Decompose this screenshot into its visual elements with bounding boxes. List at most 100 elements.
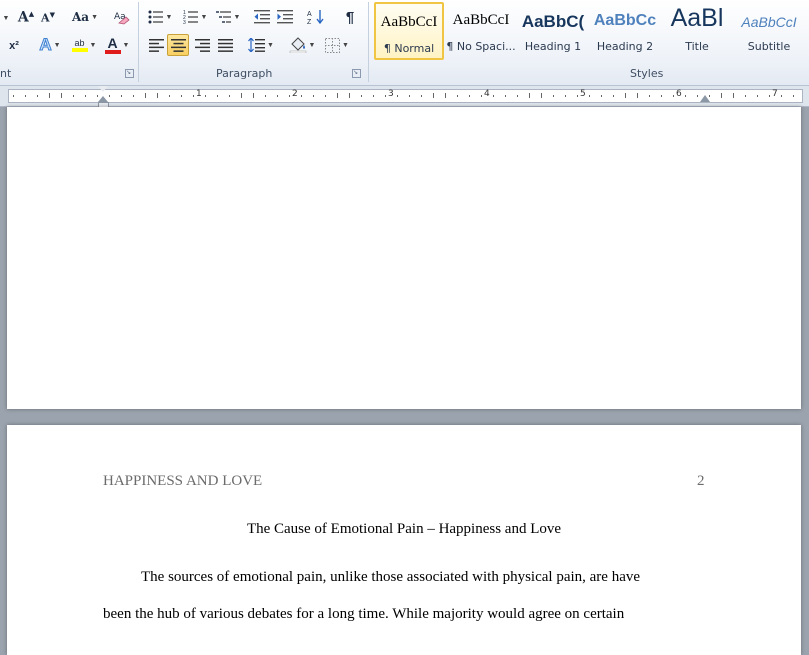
- ruler-number: 2: [292, 89, 298, 99]
- superscript-button[interactable]: x²: [4, 36, 24, 56]
- ruler-tick-dot: [109, 95, 110, 97]
- group-separator: [138, 2, 139, 82]
- multilevel-list-button[interactable]: ▼: [214, 7, 242, 27]
- style-name: ¶ Normal: [383, 42, 435, 55]
- increase-indent-icon: [277, 10, 293, 24]
- highlight-color-button[interactable]: ab ▼: [68, 35, 100, 55]
- styles-group-label: Styles: [630, 67, 664, 80]
- page-1[interactable]: [7, 107, 801, 409]
- style-title[interactable]: AaBl Title: [662, 2, 732, 60]
- style-preview: AaBl: [670, 4, 724, 32]
- ruler-half-tick: [61, 93, 62, 98]
- ruler-tick-dot: [385, 95, 386, 97]
- line-spacing-button[interactable]: ▼: [247, 35, 275, 55]
- style-no-spacing[interactable]: AaBbCcI ¶ No Spaci...: [446, 2, 516, 60]
- svg-text:3: 3: [183, 20, 186, 24]
- change-case-label: Aa: [71, 10, 90, 24]
- ruler-tick-dot: [37, 95, 38, 97]
- page-2[interactable]: HAPPINESS AND LOVE 2 The Cause of Emotio…: [7, 425, 801, 655]
- ruler-tick-dot: [781, 95, 782, 97]
- grow-font-button[interactable]: A▲: [16, 7, 36, 27]
- svg-text:A: A: [307, 11, 312, 18]
- ruler-half-tick: [733, 93, 734, 98]
- align-left-button[interactable]: [146, 35, 166, 55]
- header-page-number: 2: [697, 473, 705, 489]
- style-preview: AaBbCcI: [380, 14, 438, 30]
- ruler-tick-dot: [133, 95, 134, 97]
- ruler-tick-dot: [553, 95, 554, 97]
- ruler-tick-dot: [661, 95, 662, 97]
- ruler-tick-dot: [277, 95, 278, 97]
- highlighter-icon: ab: [71, 38, 88, 52]
- ruler-half-tick: [721, 93, 722, 98]
- clear-formatting-button[interactable]: Aa: [111, 7, 133, 27]
- ruler-tick-dot: [325, 95, 326, 97]
- bullets-button[interactable]: ▼: [146, 7, 174, 27]
- justify-button[interactable]: [215, 35, 235, 55]
- paragraph-dialog-launcher[interactable]: ↘: [352, 69, 361, 78]
- ruler-tick-dot: [289, 95, 290, 97]
- ruler-number: 4: [484, 89, 490, 99]
- ruler-tick-dot: [697, 95, 698, 97]
- ruler-half-tick: [433, 93, 434, 98]
- ruler-half-tick: [337, 93, 338, 98]
- ruler-tick-dot: [493, 95, 494, 97]
- ruler-tick-dot: [121, 95, 122, 97]
- style-name: Heading 1: [524, 40, 582, 53]
- ruler-tick-dot: [229, 95, 230, 97]
- ruler-number: 6: [676, 89, 682, 99]
- sort-button[interactable]: AZ: [305, 7, 327, 27]
- style-heading-2[interactable]: AaBbCc Heading 2: [590, 2, 660, 60]
- header-running-title: HAPPINESS AND LOVE: [103, 473, 263, 489]
- decrease-indent-icon: [254, 10, 270, 24]
- ruler-half-tick: [637, 93, 638, 98]
- decrease-indent-button[interactable]: [252, 7, 272, 27]
- ruler-half-tick: [529, 93, 530, 98]
- first-line-indent-marker[interactable]: [98, 86, 108, 92]
- ruler-tick-dot: [85, 95, 86, 97]
- ruler-number: 5: [580, 89, 586, 99]
- ruler-half-tick: [625, 93, 626, 98]
- increase-indent-button[interactable]: [275, 7, 295, 27]
- align-center-button[interactable]: [167, 34, 189, 56]
- pilcrow-icon: ¶: [345, 8, 355, 26]
- ruler-half-tick: [253, 93, 254, 98]
- ruler-half-tick: [541, 93, 542, 98]
- font-dialog-launcher[interactable]: ↘: [125, 69, 134, 78]
- font-group-label: nt: [0, 67, 12, 80]
- show-formatting-button[interactable]: ¶: [340, 7, 360, 27]
- ruler-tick-dot: [769, 95, 770, 97]
- style-heading-1[interactable]: AaBbC( Heading 1: [518, 2, 588, 60]
- text-effects-button[interactable]: A ▼: [36, 35, 64, 55]
- ruler-track: 1 2 3 4 5 6 7: [8, 86, 803, 109]
- ruler-tick-dot: [409, 95, 410, 97]
- ruler-tick-dot: [613, 95, 614, 97]
- ruler-half-tick: [157, 93, 158, 98]
- font-color-button[interactable]: A ▼: [102, 35, 132, 55]
- ruler-tick-dot: [481, 95, 482, 97]
- change-case-button[interactable]: Aa ▼: [70, 7, 100, 27]
- ruler-tick-dot: [265, 95, 266, 97]
- ruler-tick-dot: [73, 95, 74, 97]
- ruler-tick-dot: [649, 95, 650, 97]
- ruler-tick-dot: [601, 95, 602, 97]
- ruler-half-tick: [145, 93, 146, 98]
- clear-formatting-icon: Aa: [114, 12, 130, 25]
- numbering-button[interactable]: 1 2 3 ▼: [180, 7, 210, 27]
- align-right-button[interactable]: [192, 35, 212, 55]
- ruler-tick-dot: [193, 95, 194, 97]
- horizontal-ruler[interactable]: 1 2 3 4 5 6 7: [0, 86, 809, 109]
- style-subtitle[interactable]: AaBbCcI Subtitle: [734, 2, 804, 60]
- superscript-label: x²: [9, 40, 19, 52]
- svg-text:Z: Z: [307, 19, 312, 25]
- ruler-tick-dot: [181, 95, 182, 97]
- shading-button[interactable]: ▼: [287, 35, 317, 55]
- justify-icon: [217, 38, 233, 52]
- shrink-font-button[interactable]: A▼: [38, 7, 58, 27]
- bullets-icon: [148, 10, 163, 24]
- ruler-tick-dot: [793, 95, 794, 97]
- style-normal[interactable]: AaBbCcI ¶ Normal: [374, 2, 444, 60]
- font-size-dropdown[interactable]: ▼: [0, 8, 10, 28]
- borders-button[interactable]: ▼: [322, 35, 352, 55]
- document-title: The Cause of Emotional Pain – Happiness …: [246, 521, 562, 537]
